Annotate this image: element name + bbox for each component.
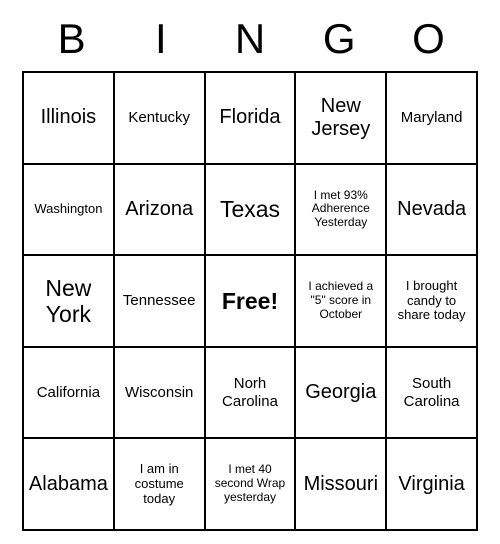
- bingo-cell[interactable]: California: [23, 347, 114, 439]
- bingo-cell[interactable]: Norh Carolina: [205, 347, 296, 439]
- bingo-cell[interactable]: I met 93% Adherence Yesterday: [295, 164, 386, 256]
- header-letter-b: B: [27, 15, 116, 63]
- bingo-cell[interactable]: Missouri: [295, 438, 386, 530]
- bingo-cell[interactable]: Tennessee: [114, 255, 205, 347]
- header-letter-n: N: [205, 15, 294, 63]
- bingo-cell[interactable]: I achieved a "5" score in October: [295, 255, 386, 347]
- bingo-cell[interactable]: I am in costume today: [114, 438, 205, 530]
- header-letter-i: I: [116, 15, 205, 63]
- bingo-cell[interactable]: I brought candy to share today: [386, 255, 477, 347]
- bingo-cell[interactable]: Washington: [23, 164, 114, 256]
- bingo-cell[interactable]: New York: [23, 255, 114, 347]
- bingo-cell[interactable]: I met 40 second Wrap yesterday: [205, 438, 296, 530]
- bingo-grid: Illinois Kentucky Florida New Jersey Mar…: [22, 71, 478, 531]
- header-letter-g: G: [295, 15, 384, 63]
- bingo-cell[interactable]: Illinois: [23, 72, 114, 164]
- bingo-cell[interactable]: Wisconsin: [114, 347, 205, 439]
- header-letter-o: O: [384, 15, 473, 63]
- bingo-cell[interactable]: Maryland: [386, 72, 477, 164]
- bingo-free-cell[interactable]: Free!: [205, 255, 296, 347]
- bingo-cell[interactable]: Kentucky: [114, 72, 205, 164]
- bingo-cell[interactable]: Georgia: [295, 347, 386, 439]
- bingo-cell[interactable]: Virginia: [386, 438, 477, 530]
- bingo-cell[interactable]: Nevada: [386, 164, 477, 256]
- bingo-cell[interactable]: South Carolina: [386, 347, 477, 439]
- bingo-header: B I N G O: [22, 15, 478, 63]
- bingo-cell[interactable]: Texas: [205, 164, 296, 256]
- bingo-cell[interactable]: New Jersey: [295, 72, 386, 164]
- bingo-cell[interactable]: Arizona: [114, 164, 205, 256]
- bingo-cell[interactable]: Florida: [205, 72, 296, 164]
- bingo-cell[interactable]: Alabama: [23, 438, 114, 530]
